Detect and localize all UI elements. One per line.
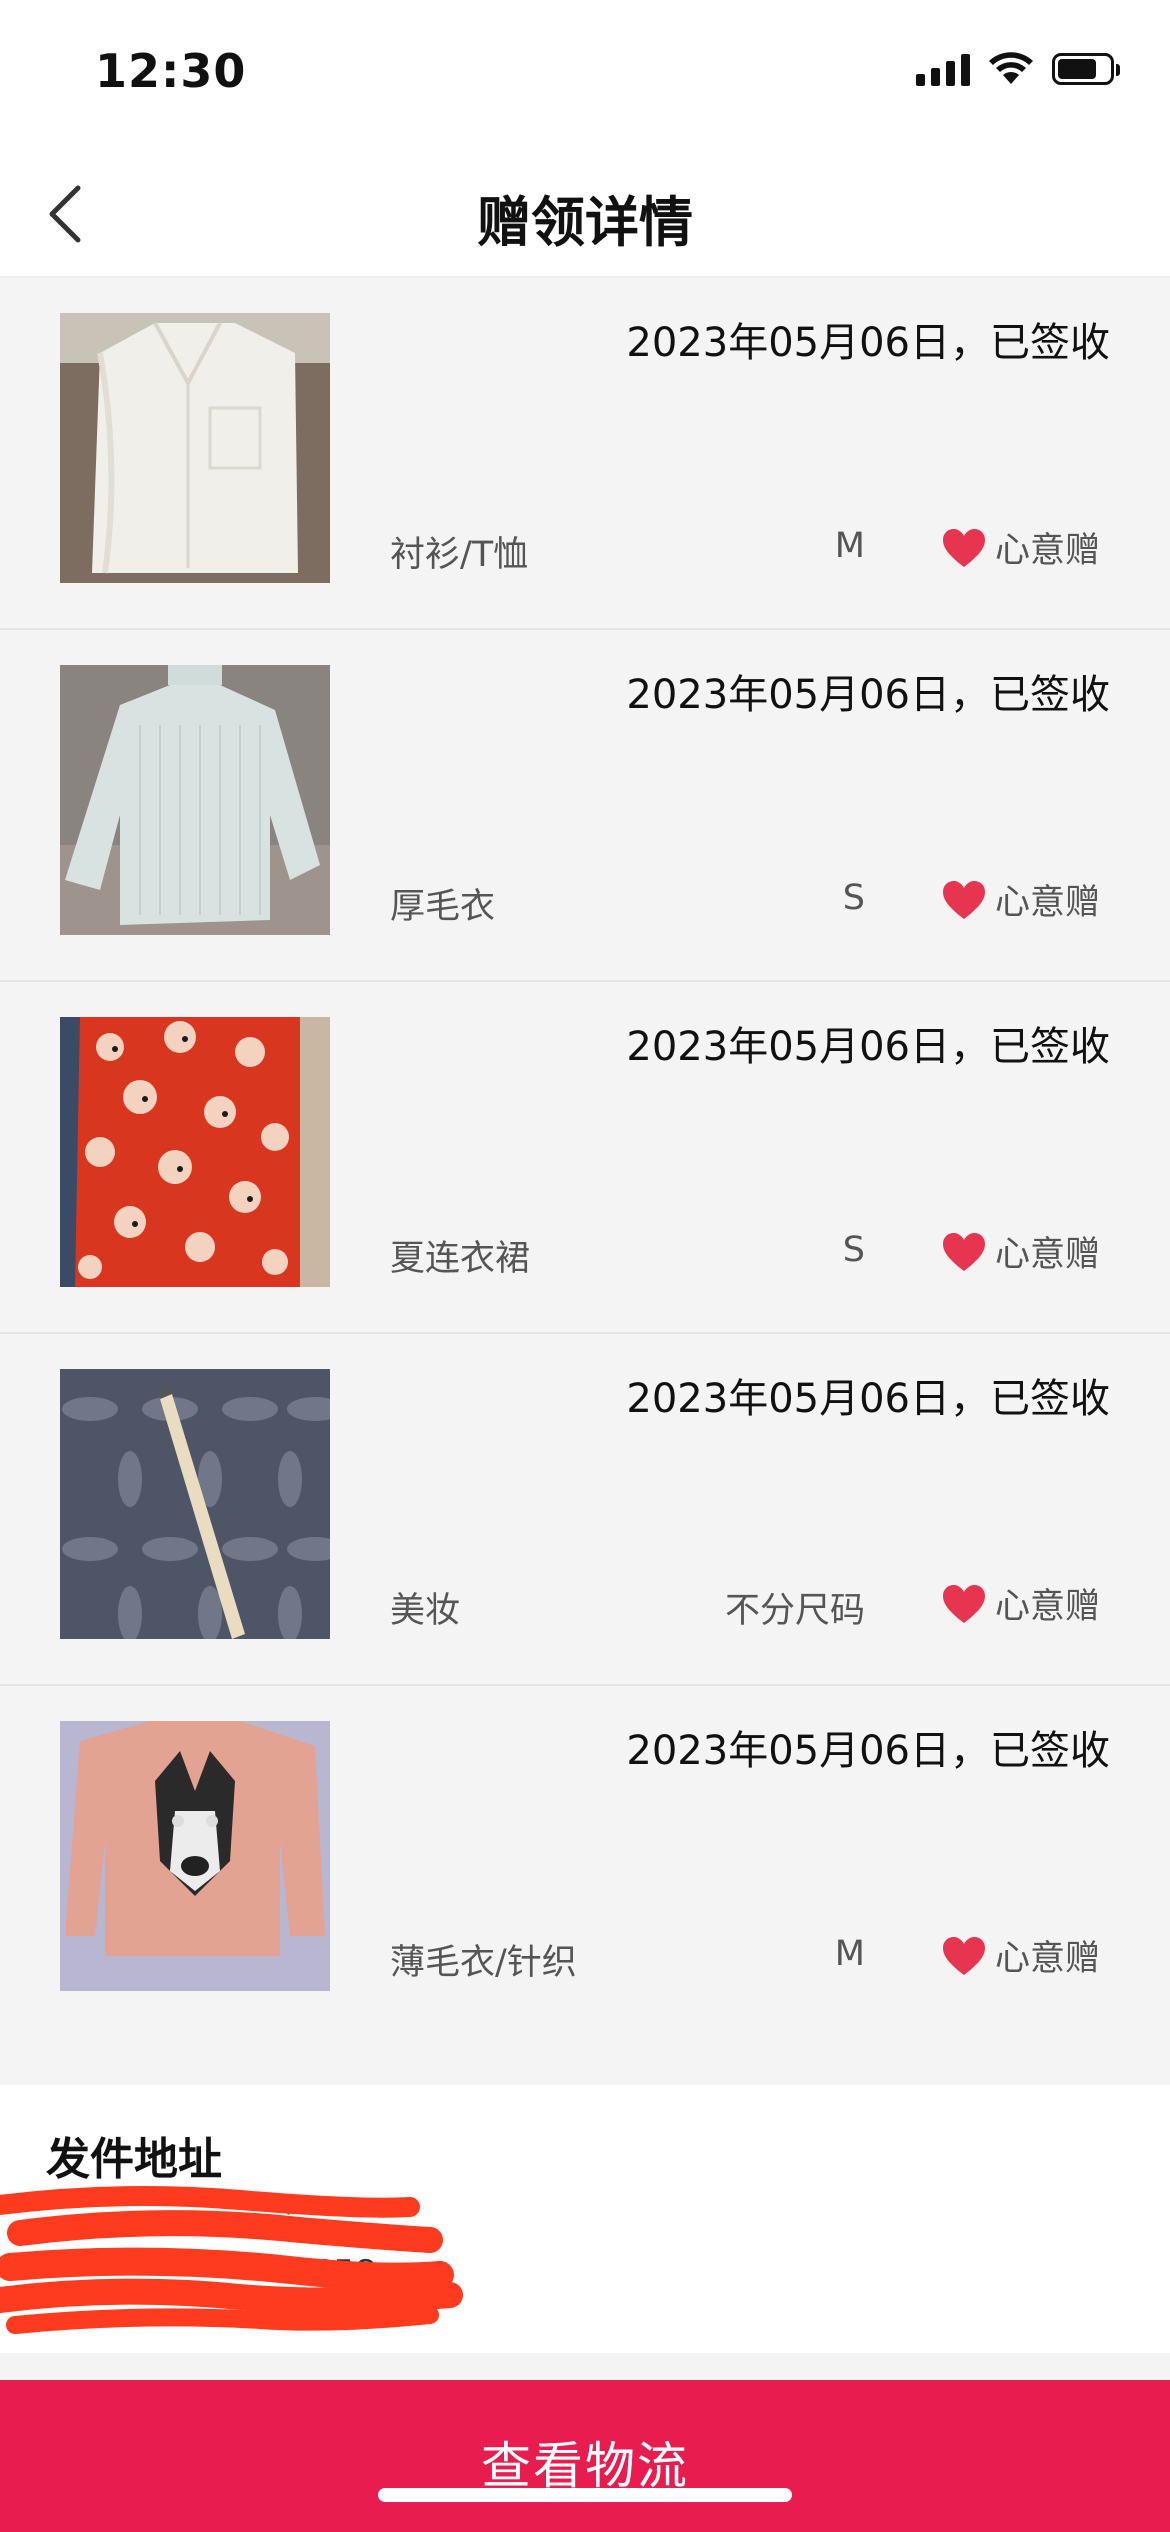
item-category: 厚毛衣: [390, 887, 496, 927]
gift-tag: 心意赠: [941, 1226, 1100, 1277]
gift-tag: 心意赠: [941, 522, 1100, 573]
status-bar: 12:30: [0, 0, 1170, 150]
item-date-status: 2023年05月06日，已签收: [626, 1376, 1110, 1422]
page-title: 赠领详情: [477, 191, 693, 254]
item-photo-red-floral-dress: [60, 1017, 330, 1287]
heart-icon: [942, 880, 985, 919]
item-date-status: 2023年05月06日，已签收: [626, 1728, 1110, 1774]
item-size: M: [834, 1934, 865, 1974]
heart-icon: [942, 1232, 985, 1271]
item-size: S: [842, 878, 865, 918]
item-date-status: 2023年05月06日，已签收: [626, 320, 1110, 366]
item-size: S: [842, 1230, 865, 1270]
list-item[interactable]: 2023年05月06日，已签收 夏连衣裙 S 心意赠: [0, 982, 1170, 1334]
item-photo-makeup-pencil: [60, 1369, 330, 1639]
gift-type-label: 心意赠: [994, 1587, 1100, 1627]
home-indicator[interactable]: [378, 2488, 792, 2502]
item-photo-pink-dog-sweater: [60, 1721, 330, 1991]
item-size: M: [834, 526, 865, 566]
item-date-status: 2023年05月06日，已签收: [626, 672, 1110, 718]
sender-address-card: 发件地址 ******* 7658: [0, 2085, 1170, 2353]
item-date-status: 2023年05月06日，已签收: [626, 1024, 1110, 1070]
address-title: 发件地址: [46, 2134, 222, 2185]
gift-type-label: 心意赠: [994, 531, 1100, 571]
cellular-signal-icon: [916, 52, 970, 86]
status-icons: [916, 52, 1120, 86]
list-item[interactable]: 2023年05月06日，已签收 厚毛衣 S 心意赠: [0, 630, 1170, 982]
gift-type-label: 心意赠: [994, 1939, 1100, 1979]
item-category: 衬衫/T恤: [390, 535, 529, 575]
wifi-icon: [989, 52, 1033, 84]
item-size: 不分尺码: [724, 1591, 865, 1631]
list-item[interactable]: 2023年05月06日，已签收 衬衫/T恤 M 心意赠: [0, 278, 1170, 630]
status-time: 12:30: [95, 44, 247, 98]
item-category: 薄毛衣/针织: [390, 1943, 577, 1983]
item-photo-light-blue-sweater: [60, 665, 330, 935]
heart-icon: [942, 1584, 985, 1623]
redaction-scribble: [0, 2186, 463, 2334]
navigation-bar: 赠领详情: [0, 150, 1170, 278]
gift-tag: 心意赠: [941, 874, 1100, 925]
item-category: 美妆: [390, 1591, 461, 1631]
list-item[interactable]: 2023年05月06日，已签收 薄毛衣/针织 M 心意赠: [0, 1686, 1170, 2038]
battery-icon: [1052, 53, 1120, 85]
gift-tag: 心意赠: [941, 1930, 1100, 1981]
list-item[interactable]: 2023年05月06日，已签收 美妆 不分尺码 心意赠: [0, 1334, 1170, 1686]
item-photo-white-blouse: [60, 313, 330, 583]
gift-tag: 心意赠: [941, 1578, 1100, 1629]
heart-icon: [942, 528, 985, 567]
item-category: 夏连衣裙: [390, 1239, 531, 1279]
gift-type-label: 心意赠: [994, 1235, 1100, 1275]
gift-type-label: 心意赠: [994, 883, 1100, 923]
heart-icon: [942, 1936, 985, 1975]
view-logistics-button[interactable]: 查看物流: [0, 2380, 1170, 2532]
item-list: 2023年05月06日，已签收 衬衫/T恤 M 心意赠 2023年05月06日，…: [0, 278, 1170, 2038]
